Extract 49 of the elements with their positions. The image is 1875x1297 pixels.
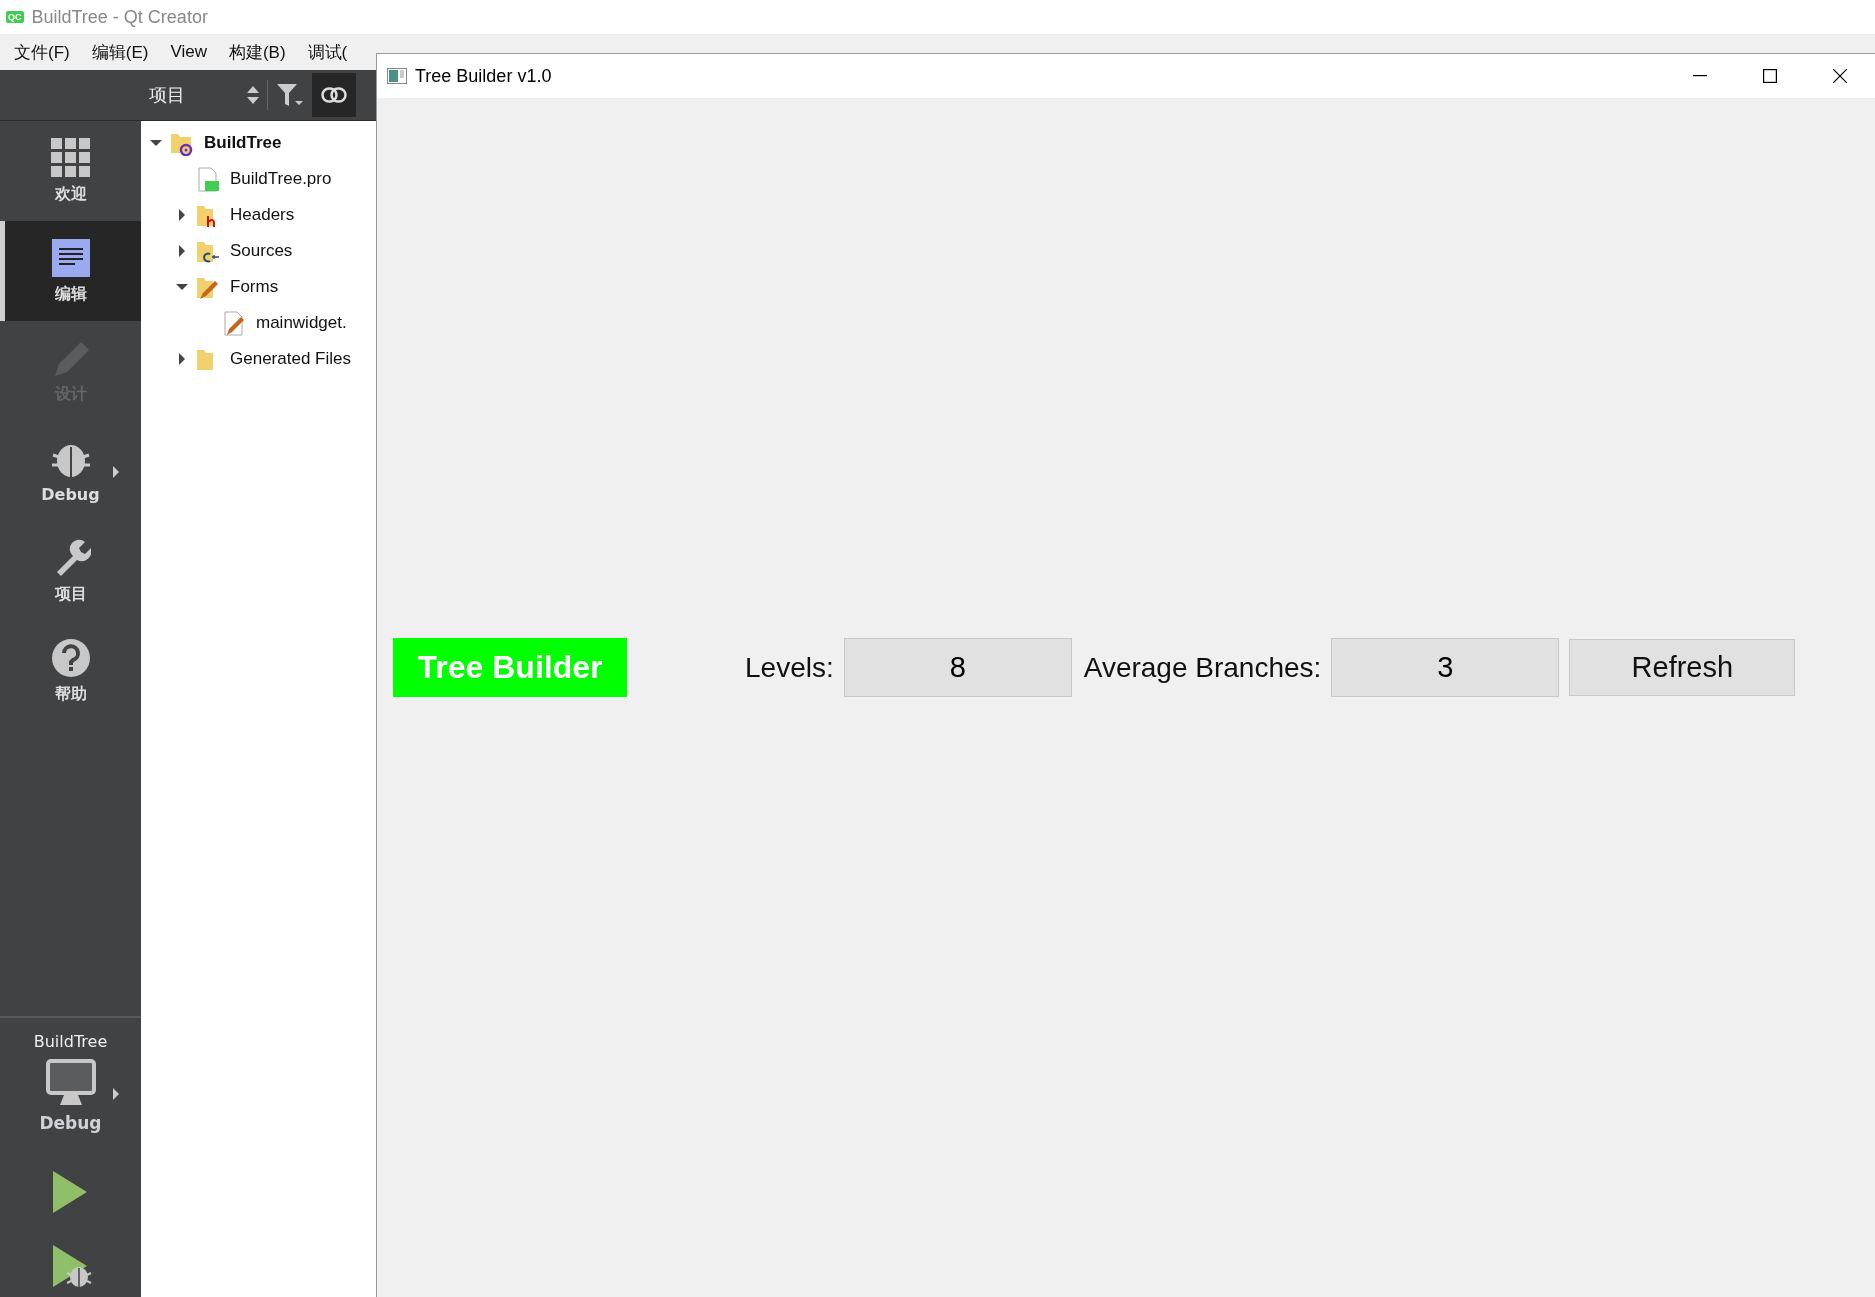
menu-arrow-icon: [113, 466, 119, 478]
expand-arrow-icon[interactable]: [176, 353, 188, 365]
menu-item[interactable]: 文件(F): [6, 40, 78, 64]
link-button[interactable]: [312, 73, 356, 117]
filter-icon: [277, 84, 303, 106]
menu-arrow-icon: [113, 1088, 119, 1100]
expand-arrow-icon[interactable]: [176, 209, 188, 221]
minimize-icon: [1693, 75, 1707, 77]
collapse-arrow-icon[interactable]: [176, 281, 188, 293]
levels-field[interactable]: 8: [843, 638, 1072, 697]
app-window-icon: [387, 68, 407, 84]
tree-item[interactable]: BuildTree: [204, 133, 282, 153]
branches-label: Average Branches:: [1083, 651, 1322, 684]
collapse-arrow-icon[interactable]: [150, 137, 162, 149]
tree-item[interactable]: Forms: [230, 277, 279, 297]
help-icon: [50, 637, 91, 678]
mode-button[interactable]: 项目: [0, 521, 141, 621]
mode-button[interactable]: Debug: [0, 421, 141, 521]
mode-button[interactable]: 欢迎: [0, 121, 141, 221]
window-title: BuildTree - Qt Creator: [31, 6, 208, 28]
tree-item[interactable]: BuildTree.pro: [230, 169, 332, 189]
monitor-icon: [45, 1059, 96, 1105]
form-file-icon: [221, 310, 246, 336]
document-icon: [50, 237, 91, 278]
expand-arrow-icon[interactable]: [176, 245, 188, 257]
levels-label: Levels:: [745, 651, 834, 684]
tree-item[interactable]: mainwidget.: [256, 313, 347, 333]
grid-icon: [50, 137, 91, 178]
maximize-icon: [1763, 69, 1777, 83]
refresh-button[interactable]: Refresh: [1569, 639, 1796, 696]
branches-field[interactable]: 3: [1331, 638, 1560, 697]
run-icon[interactable]: [51, 1169, 89, 1215]
mode-button[interactable]: 编辑: [0, 221, 141, 321]
tree-item[interactable]: Generated Files: [230, 349, 351, 369]
tree-item[interactable]: Headers: [230, 205, 295, 225]
window-title: Tree Builder v1.0: [415, 65, 552, 87]
link-icon: [321, 87, 347, 103]
tree-item[interactable]: Sources: [230, 241, 293, 261]
up-down-arrows-icon: [247, 86, 259, 104]
menu-item[interactable]: View: [162, 42, 215, 62]
qt-file-icon: [195, 166, 220, 192]
mode-button[interactable]: 帮助: [0, 621, 141, 721]
title-label: Tree Builder: [393, 638, 627, 697]
menu-item[interactable]: 构建(B): [220, 40, 294, 64]
kit-selector[interactable]: BuildTree Debug: [0, 1018, 141, 1133]
close-icon: [1833, 69, 1847, 83]
menu-item[interactable]: 调试(: [299, 40, 356, 64]
app-logo: QC: [6, 11, 24, 23]
menu-item[interactable]: 编辑(E): [83, 40, 157, 64]
